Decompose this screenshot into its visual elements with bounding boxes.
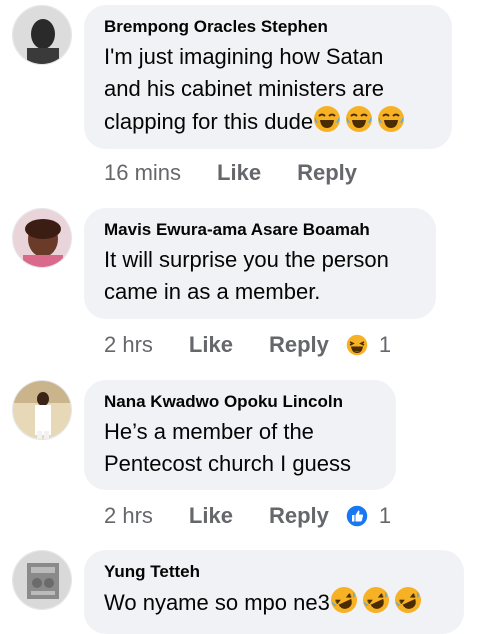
comment-author[interactable]: Mavis Ewura-ama Asare Boamah xyxy=(104,220,418,240)
comment-timestamp[interactable]: 16 mins xyxy=(104,160,181,186)
reaction-count[interactable]: 1 xyxy=(379,332,391,358)
like-button[interactable]: Like xyxy=(189,503,233,529)
comment-bubble: Brempong Oracles Stephen I'm just imagin… xyxy=(84,5,452,149)
comment-text-line: He’s a member of the xyxy=(104,419,314,444)
like-reaction-icon[interactable] xyxy=(345,504,369,528)
comment-author[interactable]: Yung Tetteh xyxy=(104,562,446,582)
like-button[interactable]: Like xyxy=(217,160,261,186)
rolling-laughing-emoji xyxy=(394,586,422,614)
comment-bubble: Mavis Ewura-ama Asare Boamah It will sur… xyxy=(84,208,436,319)
comment-text-line: It will surprise you the person xyxy=(104,247,389,272)
comment-text-line: came in as a member. xyxy=(104,279,321,304)
comment-actions: 2 hrs Like Reply 1 xyxy=(104,330,391,360)
reply-button[interactable]: Reply xyxy=(269,332,329,358)
comment-text-line: and his cabinet ministers are xyxy=(104,76,385,101)
comment-timestamp[interactable]: 2 hrs xyxy=(104,503,153,529)
comment-author[interactable]: Nana Kwadwo Opoku Lincoln xyxy=(104,392,378,412)
laughing-tears-emoji xyxy=(345,105,373,133)
comment-text-line: Pentecost church I guess xyxy=(104,451,352,476)
comment-actions: 2 hrs Like Reply 1 xyxy=(104,501,391,531)
comment-actions: 16 mins Like Reply xyxy=(104,158,373,188)
comment-bubble: Yung Tetteh Wo nyame so mpo ne3 xyxy=(84,550,464,634)
comment-text-line: I'm just imagining how Satan xyxy=(104,44,384,69)
comment-text-fragment: clapping for this dude xyxy=(104,109,314,134)
avatar[interactable] xyxy=(12,380,72,440)
laughing-tears-emoji xyxy=(313,105,341,133)
comment-text-line: clapping for this dude xyxy=(104,105,434,138)
comment-text: It will surprise you the person came in … xyxy=(104,244,418,308)
reaction-count[interactable]: 1 xyxy=(379,503,391,529)
like-button[interactable]: Like xyxy=(189,332,233,358)
comment-timestamp[interactable]: 2 hrs xyxy=(104,332,153,358)
comment-author[interactable]: Brempong Oracles Stephen xyxy=(104,17,434,37)
reply-button[interactable]: Reply xyxy=(269,503,329,529)
comment-text-line: Wo nyame so mpo ne3 xyxy=(104,586,446,619)
comment-text: Wo nyame so mpo ne3 xyxy=(104,586,446,619)
rolling-laughing-emoji xyxy=(330,586,358,614)
rolling-laughing-emoji xyxy=(362,586,390,614)
comment-text: I'm just imagining how Satan and his cab… xyxy=(104,41,434,138)
avatar[interactable] xyxy=(12,208,72,268)
avatar[interactable] xyxy=(12,5,72,65)
avatar[interactable] xyxy=(12,550,72,610)
laughing-tears-emoji xyxy=(377,105,405,133)
haha-reaction-icon[interactable] xyxy=(345,333,369,357)
reply-button[interactable]: Reply xyxy=(297,160,357,186)
comment-bubble: Nana Kwadwo Opoku Lincoln He’s a member … xyxy=(84,380,396,490)
comment-text-fragment: Wo nyame so mpo ne3 xyxy=(104,590,330,615)
comment-text: He’s a member of the Pentecost church I … xyxy=(104,416,378,480)
